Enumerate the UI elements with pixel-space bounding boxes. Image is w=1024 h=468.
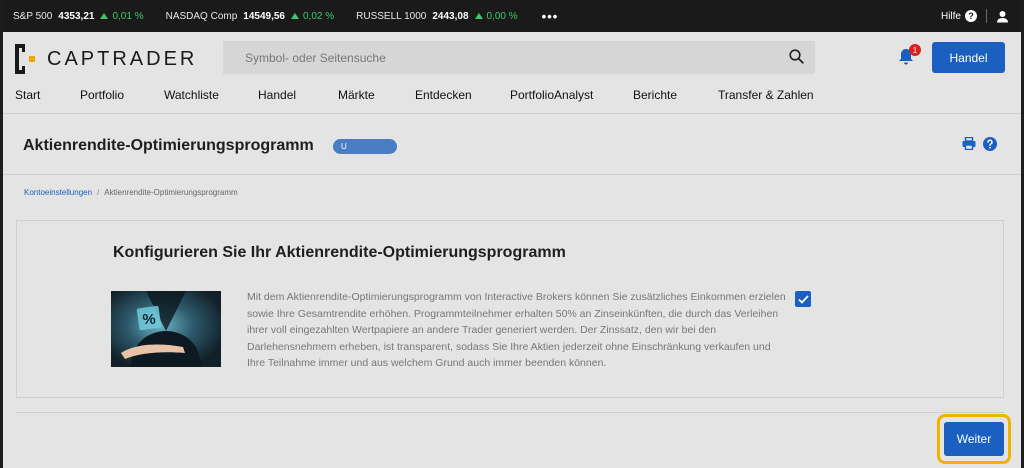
user-icon[interactable] bbox=[996, 10, 1009, 23]
help-label: Hilfe bbox=[940, 10, 961, 22]
ticker-right-tools: Hilfe ? bbox=[941, 0, 1009, 32]
ticker-item-russell[interactable]: RUSSELL 1000 2443,08 0,00 % bbox=[356, 11, 518, 22]
ticker-name: NASDAQ Comp bbox=[165, 10, 238, 22]
continue-button[interactable]: Weiter bbox=[944, 422, 1004, 456]
page-title: Aktienrendite-Optimierungsprogramm bbox=[23, 137, 314, 154]
search-icon[interactable] bbox=[789, 49, 804, 69]
more-tickers-button[interactable]: ••• bbox=[542, 9, 559, 24]
page-heading: Aktienrendite-Optimierungsprogramm U bbox=[3, 115, 1021, 175]
ticker-value: 2443,08 bbox=[432, 10, 469, 22]
market-ticker: S&P 500 4353,21 0,01 % NASDAQ Comp 14549… bbox=[3, 0, 1021, 32]
logo-mark-icon bbox=[15, 44, 35, 74]
help-link[interactable]: Hilfe ? bbox=[941, 10, 977, 22]
divider bbox=[16, 412, 1004, 413]
breadcrumb-link-kontoeinstellungen[interactable]: Kontoeinstellungen bbox=[24, 188, 92, 197]
ticker-change: 0,00 % bbox=[475, 11, 518, 22]
nav-item-berichte[interactable]: Berichte bbox=[633, 88, 677, 102]
captrader-logo[interactable]: CAPTRADER bbox=[15, 44, 197, 74]
check-icon bbox=[797, 294, 809, 304]
ticker-change: 0,01 % bbox=[100, 11, 143, 22]
nav-item-start[interactable]: Start bbox=[15, 88, 40, 102]
continue-button-focus-ring: Weiter bbox=[937, 414, 1011, 464]
ticker-item-nasdaq[interactable]: NASDAQ Comp 14549,56 0,02 % bbox=[166, 11, 335, 22]
breadcrumb-separator: / bbox=[97, 188, 100, 197]
ticker-item-sp500[interactable]: S&P 500 4353,21 0,01 % bbox=[13, 11, 144, 22]
app-frame: S&P 500 4353,21 0,01 % NASDAQ Comp 14549… bbox=[3, 0, 1021, 468]
notification-badge: 1 bbox=[909, 44, 921, 56]
ticker-name: RUSSELL 1000 bbox=[356, 10, 427, 22]
search-input[interactable] bbox=[223, 41, 815, 74]
question-icon[interactable] bbox=[983, 137, 997, 156]
nav-item-maerkte[interactable]: Märkte bbox=[338, 88, 375, 102]
program-image: % bbox=[111, 291, 221, 367]
help-icon: ? bbox=[965, 10, 977, 22]
nav-item-portfolio[interactable]: Portfolio bbox=[80, 88, 124, 102]
main-header: CAPTRADER 1 Handel Start Portfolio Watch… bbox=[3, 32, 1021, 114]
card-title: Konfigurieren Sie Ihr Aktienrendite-Opti… bbox=[113, 244, 566, 261]
program-card: Konfigurieren Sie Ihr Aktienrendite-Opti… bbox=[16, 220, 1004, 398]
ticker-value: 14549,56 bbox=[243, 10, 285, 22]
nav-item-portfolioanalyst[interactable]: PortfolioAnalyst bbox=[510, 88, 593, 102]
breadcrumb: Kontoeinstellungen / Aktienrendite-Optim… bbox=[24, 188, 238, 197]
print-icon[interactable] bbox=[962, 136, 976, 155]
account-pill[interactable]: U bbox=[333, 139, 397, 154]
breadcrumb-current: Aktienrendite-Optimierungsprogramm bbox=[104, 188, 238, 197]
divider bbox=[986, 9, 987, 23]
percent-symbol: % bbox=[142, 311, 155, 328]
enroll-checkbox[interactable] bbox=[795, 291, 811, 307]
trade-button[interactable]: Handel bbox=[932, 42, 1005, 73]
ticker-name: S&P 500 bbox=[13, 10, 53, 22]
program-description: Mit dem Aktienrendite-Optimierungsprogra… bbox=[247, 291, 786, 370]
ticker-change: 0,02 % bbox=[291, 11, 334, 22]
nav-item-watchliste[interactable]: Watchliste bbox=[164, 88, 219, 102]
nav-item-transfer[interactable]: Transfer & Zahlen bbox=[718, 88, 814, 102]
ticker-value: 4353,21 bbox=[58, 10, 95, 22]
logo-text: CAPTRADER bbox=[47, 47, 198, 70]
nav-item-handel[interactable]: Handel bbox=[258, 88, 296, 102]
nav-item-entdecken[interactable]: Entdecken bbox=[415, 88, 472, 102]
